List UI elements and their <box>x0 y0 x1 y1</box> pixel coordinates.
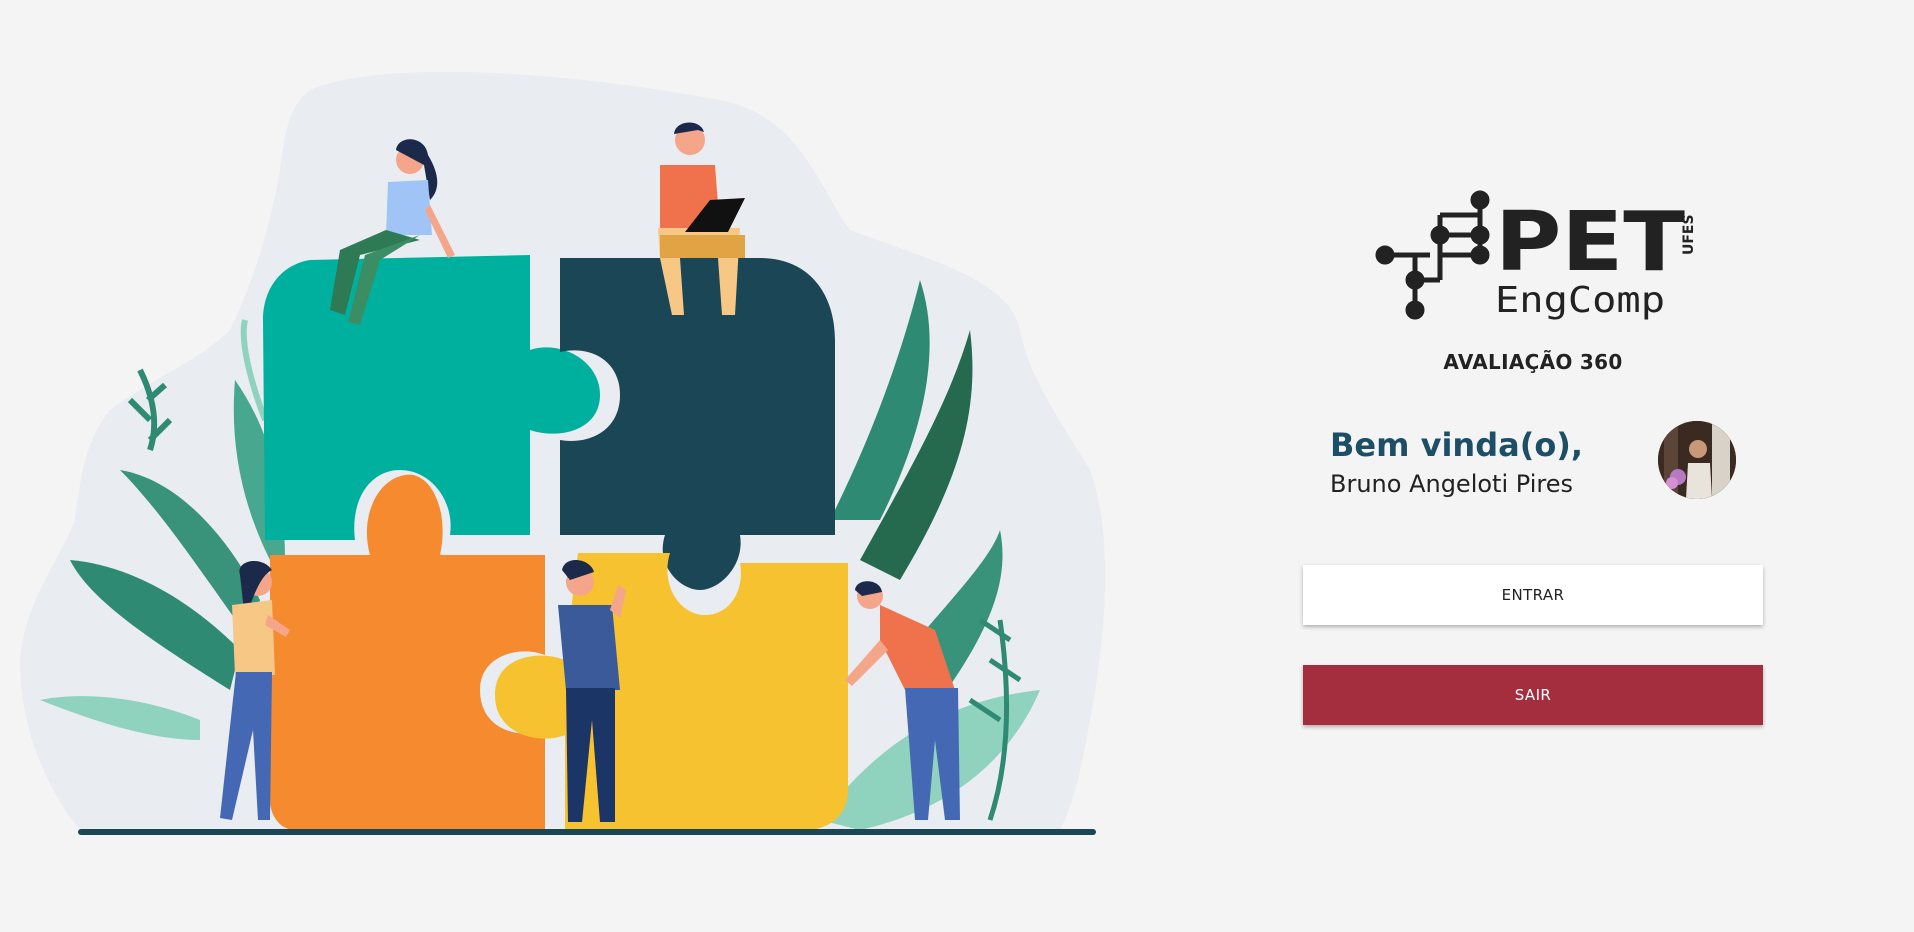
pet-engcomp-logo: PET EngComp UFES <box>1375 190 1695 321</box>
logo-tag-text: UFES <box>1681 214 1695 255</box>
user-photo-icon <box>1658 421 1736 499</box>
welcome-block: Bem vinda(o), Bruno Angeloti Pires <box>1330 426 1583 498</box>
exit-button[interactable]: SAIR <box>1303 665 1763 725</box>
logo-main-text: PET <box>1495 195 1685 290</box>
avatar <box>1658 421 1736 499</box>
teamwork-puzzle-illustration <box>20 71 1106 835</box>
welcome-greeting: Bem vinda(o), <box>1330 426 1584 464</box>
login-page: PET EngComp UFES AVALIAÇÃO 360 Bem vinda… <box>0 0 1914 932</box>
ground-line <box>78 829 1096 835</box>
logo-sub-text: EngComp <box>1495 280 1665 321</box>
app-subtitle: AVALIAÇÃO 360 <box>1443 350 1623 374</box>
circuit-icon <box>1375 190 1490 320</box>
user-name: Bruno Angeloti Pires <box>1330 470 1573 498</box>
enter-button[interactable]: ENTRAR <box>1303 565 1763 625</box>
